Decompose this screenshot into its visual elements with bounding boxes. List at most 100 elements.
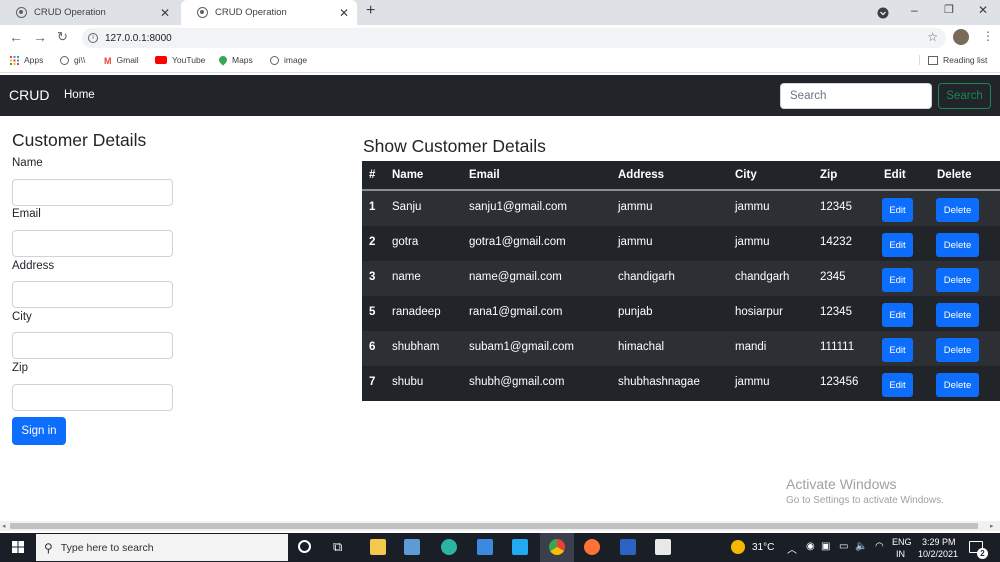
- back-arrow-icon[interactable]: ←: [9, 29, 23, 45]
- column-header: Name: [392, 169, 424, 181]
- close-icon[interactable]: ✕: [339, 6, 349, 20]
- column-header: #: [369, 169, 376, 181]
- navbar-brand[interactable]: CRUD: [9, 87, 49, 103]
- cell-id: 2: [369, 236, 376, 248]
- search-button[interactable]: Search: [938, 83, 991, 109]
- bookmarks-bar: Apps gi\\ M Gmail YouTube Maps image Rea…: [0, 51, 1000, 73]
- search-input[interactable]: [780, 83, 932, 109]
- edit-button[interactable]: Edit: [882, 373, 913, 397]
- delete-button[interactable]: Delete: [936, 233, 979, 257]
- url-field[interactable]: i 127.0.0.1:8000 ☆: [82, 28, 946, 48]
- bookmark-apps[interactable]: Apps: [10, 55, 43, 65]
- mail-icon[interactable]: [477, 539, 493, 555]
- store-icon[interactable]: [404, 539, 420, 555]
- forward-arrow-icon[interactable]: →: [33, 29, 47, 45]
- delete-button[interactable]: Delete: [936, 373, 979, 397]
- zip-field[interactable]: [12, 384, 173, 411]
- language-region[interactable]: IN: [896, 549, 905, 559]
- address-field[interactable]: [12, 281, 173, 308]
- window-close-icon[interactable]: ✕: [978, 3, 988, 17]
- browser-tab[interactable]: CRUD Operation ✕: [0, 0, 178, 25]
- chrome-icon[interactable]: [549, 539, 565, 555]
- delete-button[interactable]: Delete: [936, 338, 979, 362]
- tray-chevron-icon[interactable]: ︿: [787, 541, 797, 556]
- tray-camera-icon[interactable]: ▣: [821, 541, 830, 552]
- reload-icon[interactable]: ↻: [57, 29, 68, 45]
- reading-list-icon: [928, 55, 938, 65]
- battery-icon[interactable]: ▭: [839, 541, 848, 552]
- weather-temperature[interactable]: 31°C: [752, 542, 774, 553]
- cell-zip: 14232: [820, 236, 852, 248]
- reading-list[interactable]: Reading list: [919, 55, 987, 65]
- file-explorer-icon[interactable]: [370, 539, 386, 555]
- url-text: 127.0.0.1:8000: [105, 32, 172, 44]
- windows-start-icon[interactable]: [12, 541, 24, 553]
- cell-email: name@gmail.com: [469, 271, 562, 283]
- bookmark-youtube[interactable]: YouTube: [155, 55, 205, 65]
- cell-zip: 2345: [820, 271, 846, 283]
- wifi-icon[interactable]: ◠: [875, 541, 884, 552]
- address-bar-row: ← → ↻ i 127.0.0.1:8000 ☆ ⋮: [0, 25, 1000, 51]
- maximize-icon[interactable]: ❐: [944, 3, 954, 16]
- bookmark-maps[interactable]: Maps: [217, 54, 253, 66]
- avatar[interactable]: [953, 29, 969, 45]
- kebab-menu-icon[interactable]: ⋮: [982, 29, 994, 43]
- clock-date[interactable]: 10/2/2021: [918, 549, 958, 559]
- edit-button[interactable]: Edit: [882, 268, 913, 292]
- nav-link-home[interactable]: Home: [64, 89, 95, 101]
- language-code[interactable]: ENG: [892, 537, 912, 547]
- cell-name: name: [392, 271, 421, 283]
- cortana-icon[interactable]: [298, 540, 311, 553]
- info-icon[interactable]: i: [88, 33, 98, 43]
- bookmark-gi[interactable]: gi\\: [60, 55, 85, 65]
- windows-taskbar: ⚲ Type here to search ⧉ 31°C ︿ ◉ ▣ ▭ 🔈 ◠…: [0, 533, 1000, 562]
- bookmark-label: Apps: [24, 55, 44, 65]
- edge-icon[interactable]: [441, 539, 457, 555]
- edit-button[interactable]: Edit: [882, 233, 913, 257]
- firefox-icon[interactable]: [584, 539, 600, 555]
- globe-icon: [16, 7, 27, 18]
- scroll-left-icon[interactable]: ◂: [2, 522, 6, 530]
- zip-label: Zip: [12, 362, 28, 374]
- vscode-icon[interactable]: [512, 539, 528, 555]
- form-title: Customer Details: [12, 130, 147, 150]
- delete-button[interactable]: Delete: [936, 268, 979, 292]
- delete-button[interactable]: Delete: [936, 198, 979, 222]
- word-icon[interactable]: [620, 539, 636, 555]
- scroll-right-icon[interactable]: ▸: [990, 522, 994, 530]
- bookmark-star-icon[interactable]: ☆: [927, 30, 938, 44]
- minimize-icon[interactable]: –: [911, 3, 918, 17]
- bookmark-label: gi\\: [74, 55, 86, 65]
- address-label: Address: [12, 260, 55, 272]
- edit-button[interactable]: Edit: [882, 338, 913, 362]
- profile-dropdown-icon[interactable]: [877, 7, 889, 19]
- edit-button[interactable]: Edit: [882, 303, 913, 327]
- cell-city: jammu: [735, 236, 770, 248]
- tab-title: CRUD Operation: [34, 7, 106, 18]
- browser-tab-active[interactable]: CRUD Operation ✕: [181, 0, 357, 25]
- cell-city: chandgarh: [735, 271, 790, 283]
- new-tab-icon[interactable]: +: [366, 2, 375, 20]
- activate-windows-title: Activate Windows: [786, 476, 897, 492]
- volume-icon[interactable]: 🔈: [855, 541, 867, 552]
- delete-button[interactable]: Delete: [936, 303, 979, 327]
- weather-sun-icon[interactable]: [731, 540, 745, 554]
- cell-zip: 123456: [820, 376, 859, 388]
- bookmark-gmail[interactable]: M Gmail: [104, 55, 139, 66]
- tray-app-icon[interactable]: ◉: [806, 541, 815, 552]
- clock-time[interactable]: 3:29 PM: [922, 537, 956, 547]
- notepad-icon[interactable]: [655, 539, 671, 555]
- edit-button[interactable]: Edit: [882, 198, 913, 222]
- task-view-icon[interactable]: ⧉: [333, 539, 342, 555]
- horizontal-scrollbar[interactable]: ◂ ▸: [0, 521, 1000, 531]
- column-header: Address: [618, 169, 665, 181]
- bookmark-image[interactable]: image: [270, 55, 307, 65]
- scrollbar-thumb[interactable]: [10, 523, 978, 529]
- city-field[interactable]: [12, 332, 173, 359]
- table-row: 2 gotra gotra1@gmail.com jammu jammu 142…: [362, 226, 1000, 261]
- taskbar-search-box[interactable]: ⚲ Type here to search: [36, 534, 288, 561]
- email-field[interactable]: [12, 230, 173, 257]
- name-field[interactable]: [12, 179, 173, 206]
- sign-in-button[interactable]: Sign in: [12, 417, 66, 445]
- close-icon[interactable]: ✕: [160, 6, 170, 20]
